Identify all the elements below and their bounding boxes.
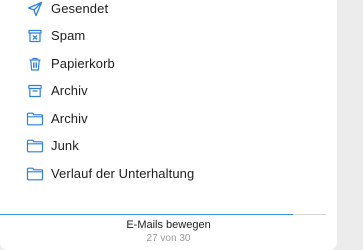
- folder-label: Verlauf der Unterhaltung: [51, 166, 195, 181]
- mailbox-move-panel: Gesendet Spam Papierkorb Archiv Archiv J…: [0, 0, 337, 250]
- trash-icon: [26, 55, 44, 73]
- folder-item-gesendet[interactable]: Gesendet: [0, 0, 337, 22]
- progress-bar-fill: [0, 214, 294, 215]
- progress-bar: [0, 214, 326, 215]
- folder-label: Archiv: [51, 83, 88, 98]
- folder-label: Junk: [51, 138, 79, 153]
- folder-item-archiv[interactable]: Archiv: [0, 77, 337, 104]
- folder-label: Gesendet: [51, 1, 109, 16]
- folder-item-archiv-folder[interactable]: Archiv: [0, 105, 337, 132]
- folder-label: Spam: [51, 28, 86, 43]
- status-count: 27 von 30: [146, 233, 191, 244]
- status-title: E-Mails bewegen: [126, 219, 211, 231]
- archive-box-icon: [26, 82, 44, 100]
- folder-icon: [26, 110, 44, 128]
- window-edge: [337, 0, 363, 250]
- folder-item-junk[interactable]: Junk: [0, 132, 337, 159]
- folder-label: Papierkorb: [51, 56, 115, 71]
- folder-label: Archiv: [51, 111, 88, 126]
- folder-item-spam[interactable]: Spam: [0, 22, 337, 49]
- folder-icon: [26, 137, 44, 155]
- folder-item-verlauf[interactable]: Verlauf der Unterhaltung: [0, 160, 337, 187]
- folder-item-papierkorb[interactable]: Papierkorb: [0, 50, 337, 77]
- paper-plane-icon: [26, 0, 44, 18]
- folder-icon: [26, 165, 44, 183]
- junk-tray-icon: [26, 27, 44, 45]
